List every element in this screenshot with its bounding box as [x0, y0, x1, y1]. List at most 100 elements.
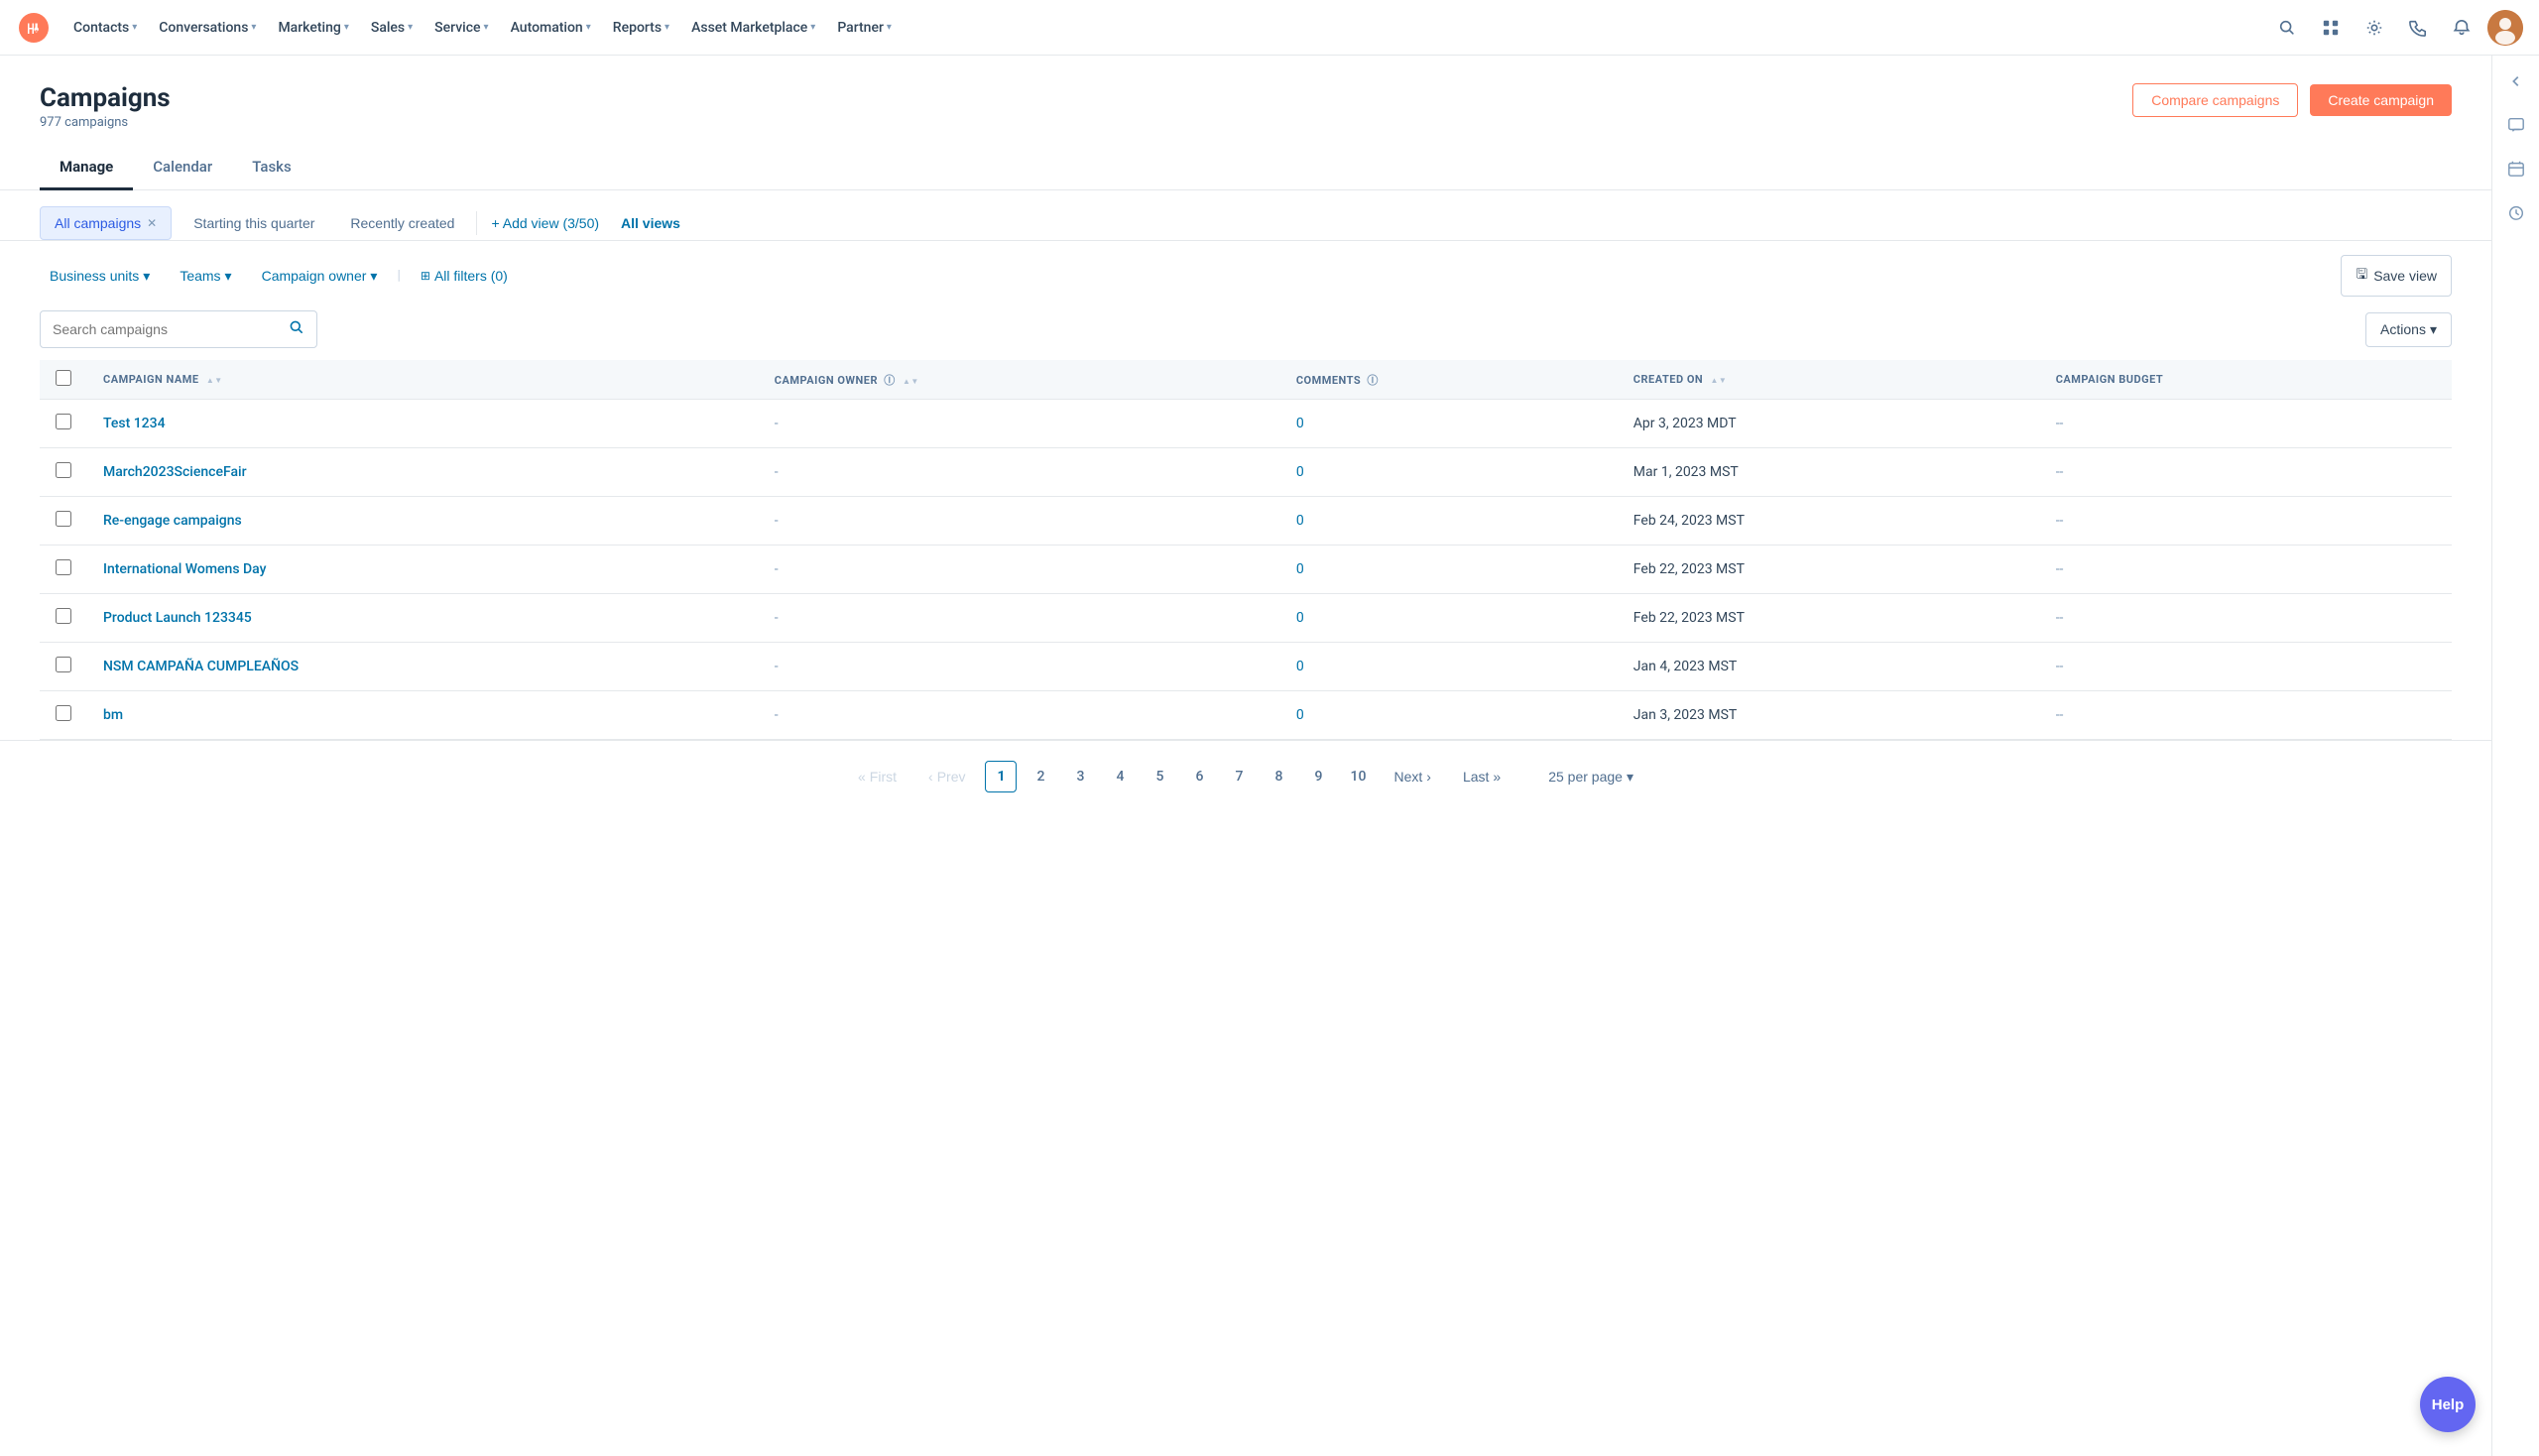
- comments-link[interactable]: 0: [1296, 561, 1304, 577]
- comments-link[interactable]: 0: [1296, 464, 1304, 480]
- row-checkbox[interactable]: [56, 511, 71, 527]
- search-icon-button[interactable]: [2269, 10, 2305, 46]
- nav-right-actions: [2269, 10, 2523, 46]
- nav-marketing[interactable]: Marketing ▾: [268, 14, 358, 42]
- next-page-button[interactable]: Next ›: [1382, 763, 1442, 790]
- th-created-on[interactable]: CREATED ON ▲▼: [1618, 360, 2040, 400]
- save-icon: 🖫: [2356, 264, 2367, 288]
- save-view-button[interactable]: 🖫 Save view: [2341, 255, 2452, 297]
- page-1[interactable]: 1: [985, 761, 1017, 792]
- created-on-cell: Feb 22, 2023 MST: [1618, 594, 2040, 643]
- comments-link[interactable]: 0: [1296, 707, 1304, 723]
- nav-service[interactable]: Service ▾: [424, 14, 498, 42]
- th-campaign-name[interactable]: CAMPAIGN NAME ▲▼: [87, 360, 759, 400]
- view-recently-created[interactable]: Recently created: [336, 207, 468, 239]
- campaign-name-cell: March2023ScienceFair: [87, 448, 759, 497]
- campaign-name-link[interactable]: International Womens Day: [103, 561, 266, 577]
- help-button[interactable]: Help: [2420, 1377, 2476, 1432]
- th-campaign-owner[interactable]: CAMPAIGN OWNER ⓘ ▲▼: [759, 360, 1280, 400]
- campaign-name-link[interactable]: March2023ScienceFair: [103, 464, 247, 480]
- campaign-name-link[interactable]: NSM CAMPAÑA CUMPLEAÑOS: [103, 659, 299, 674]
- add-view-button[interactable]: + Add view (3/50): [485, 207, 605, 239]
- campaign-name-cell: Test 1234: [87, 400, 759, 448]
- campaign-name-link[interactable]: bm: [103, 707, 123, 723]
- budget-cell: --: [2040, 448, 2452, 497]
- nav-asset-marketplace[interactable]: Asset Marketplace ▾: [681, 14, 825, 42]
- row-checkbox[interactable]: [56, 462, 71, 478]
- settings-icon-button[interactable]: [2357, 10, 2392, 46]
- first-page-button[interactable]: « First: [846, 763, 908, 790]
- tab-manage[interactable]: Manage: [40, 146, 133, 190]
- actions-dropdown-button[interactable]: Actions ▾: [2365, 312, 2452, 347]
- close-view-icon[interactable]: ✕: [147, 216, 157, 230]
- page-2[interactable]: 2: [1025, 761, 1056, 792]
- views-divider: [476, 211, 477, 235]
- th-comments[interactable]: COMMENTS ⓘ: [1280, 360, 1618, 400]
- comments-link[interactable]: 0: [1296, 659, 1304, 674]
- campaign-owner-cell: -: [759, 448, 1280, 497]
- campaign-owner-filter[interactable]: Campaign owner ▾: [252, 262, 388, 291]
- page-9[interactable]: 9: [1302, 761, 1334, 792]
- nav-automation[interactable]: Automation ▾: [501, 14, 601, 42]
- row-checkbox-cell: [40, 497, 87, 546]
- page-5[interactable]: 5: [1144, 761, 1175, 792]
- sort-icon: ▲▼: [1710, 377, 1727, 385]
- row-checkbox-cell: [40, 448, 87, 497]
- all-filters-button[interactable]: ⊞ All filters (0): [411, 262, 518, 290]
- page-3[interactable]: 3: [1064, 761, 1096, 792]
- page-7[interactable]: 7: [1223, 761, 1255, 792]
- sidebar-clock-button[interactable]: [2498, 194, 2534, 230]
- page-8[interactable]: 8: [1263, 761, 1294, 792]
- campaign-name-link[interactable]: Product Launch 123345: [103, 610, 252, 626]
- nav-sales[interactable]: Sales ▾: [361, 14, 423, 42]
- table-row: Product Launch 123345 - 0 Feb 22, 2023 M…: [40, 594, 2452, 643]
- per-page-selector[interactable]: 25 per page ▾: [1536, 763, 1645, 791]
- nav-conversations[interactable]: Conversations ▾: [149, 14, 266, 42]
- campaign-name-link[interactable]: Test 1234: [103, 416, 166, 431]
- budget-cell: --: [2040, 497, 2452, 546]
- chevron-down-icon: ▾: [408, 22, 413, 33]
- sidebar-calendar-button[interactable]: [2498, 151, 2534, 186]
- tab-tasks[interactable]: Tasks: [232, 146, 311, 190]
- phone-icon-button[interactable]: [2400, 10, 2436, 46]
- compare-campaigns-button[interactable]: Compare campaigns: [2132, 83, 2298, 117]
- grid-icon-button[interactable]: [2313, 10, 2349, 46]
- sidebar-collapse-button[interactable]: [2498, 63, 2534, 99]
- comments-link[interactable]: 0: [1296, 610, 1304, 626]
- page-4[interactable]: 4: [1104, 761, 1136, 792]
- tab-calendar[interactable]: Calendar: [133, 146, 232, 190]
- nav-reports[interactable]: Reports ▾: [603, 14, 679, 42]
- top-navigation: Contacts ▾ Conversations ▾ Marketing ▾ S…: [0, 0, 2539, 56]
- business-units-filter[interactable]: Business units ▾: [40, 262, 160, 291]
- row-checkbox[interactable]: [56, 705, 71, 721]
- page-10[interactable]: 10: [1342, 761, 1374, 792]
- prev-page-button[interactable]: ‹ Prev: [916, 763, 977, 790]
- row-checkbox[interactable]: [56, 608, 71, 624]
- comments-link[interactable]: 0: [1296, 513, 1304, 529]
- search-input[interactable]: [53, 321, 281, 337]
- notifications-icon-button[interactable]: [2444, 10, 2479, 46]
- all-views-button[interactable]: All views: [621, 215, 680, 231]
- search-icon[interactable]: [289, 319, 304, 339]
- create-campaign-button[interactable]: Create campaign: [2310, 84, 2452, 116]
- view-starting-this-quarter[interactable]: Starting this quarter: [180, 207, 328, 239]
- user-avatar[interactable]: [2487, 10, 2523, 46]
- sidebar-chat-button[interactable]: [2498, 107, 2534, 143]
- page-6[interactable]: 6: [1183, 761, 1215, 792]
- main-content: Campaigns 977 campaigns Compare campaign…: [0, 56, 2491, 1456]
- teams-filter[interactable]: Teams ▾: [170, 262, 241, 291]
- campaign-name-link[interactable]: Re-engage campaigns: [103, 513, 242, 529]
- row-checkbox-cell: [40, 691, 87, 740]
- row-checkbox[interactable]: [56, 559, 71, 575]
- last-page-button[interactable]: Last »: [1451, 763, 1512, 790]
- comments-link[interactable]: 0: [1296, 416, 1304, 431]
- hubspot-logo[interactable]: [16, 10, 52, 46]
- search-box[interactable]: [40, 310, 317, 348]
- row-checkbox[interactable]: [56, 657, 71, 672]
- nav-partner[interactable]: Partner ▾: [827, 14, 902, 42]
- table-header-row: CAMPAIGN NAME ▲▼ CAMPAIGN OWNER ⓘ ▲▼ COM…: [40, 360, 2452, 400]
- nav-contacts[interactable]: Contacts ▾: [63, 14, 147, 42]
- select-all-checkbox[interactable]: [56, 370, 71, 386]
- row-checkbox[interactable]: [56, 414, 71, 429]
- view-all-campaigns[interactable]: All campaigns ✕: [40, 206, 172, 240]
